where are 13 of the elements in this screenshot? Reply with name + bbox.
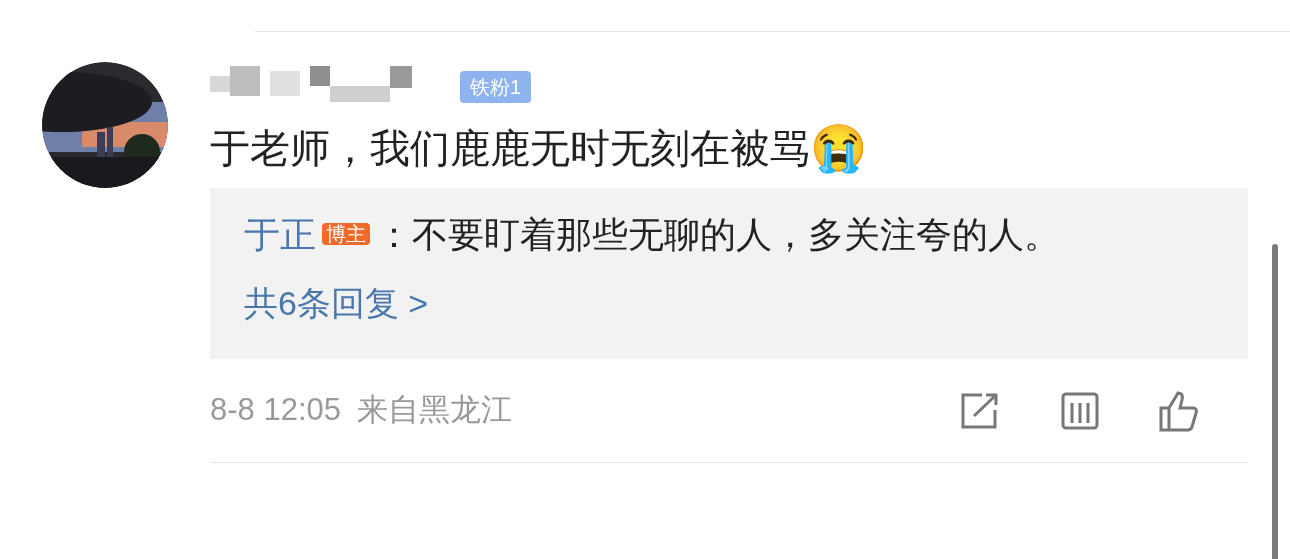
crying-emoji: 😭 xyxy=(810,121,867,176)
fan-badge: 铁粉1 xyxy=(460,71,532,103)
reply-author[interactable]: 于正 xyxy=(244,214,316,255)
more-replies-link[interactable]: 共6条回复 > xyxy=(244,267,1214,339)
comment-time: 8-8 12:05 xyxy=(210,391,341,430)
like-icon[interactable] xyxy=(1158,389,1198,432)
comment-icon[interactable] xyxy=(1060,390,1100,431)
comment-location: 来自黑龙江 xyxy=(357,391,512,430)
blogger-badge: 博主 xyxy=(322,223,370,245)
reply-text: 于正 $^{博主}$ ：不要盯着那些无聊的人，多关注夸的人。 xyxy=(244,213,1061,257)
comment-text: 于老师，我们鹿鹿无时无刻在被骂 xyxy=(210,125,810,172)
share-icon[interactable] xyxy=(960,391,1000,430)
scrollbar[interactable] xyxy=(1272,244,1278,559)
